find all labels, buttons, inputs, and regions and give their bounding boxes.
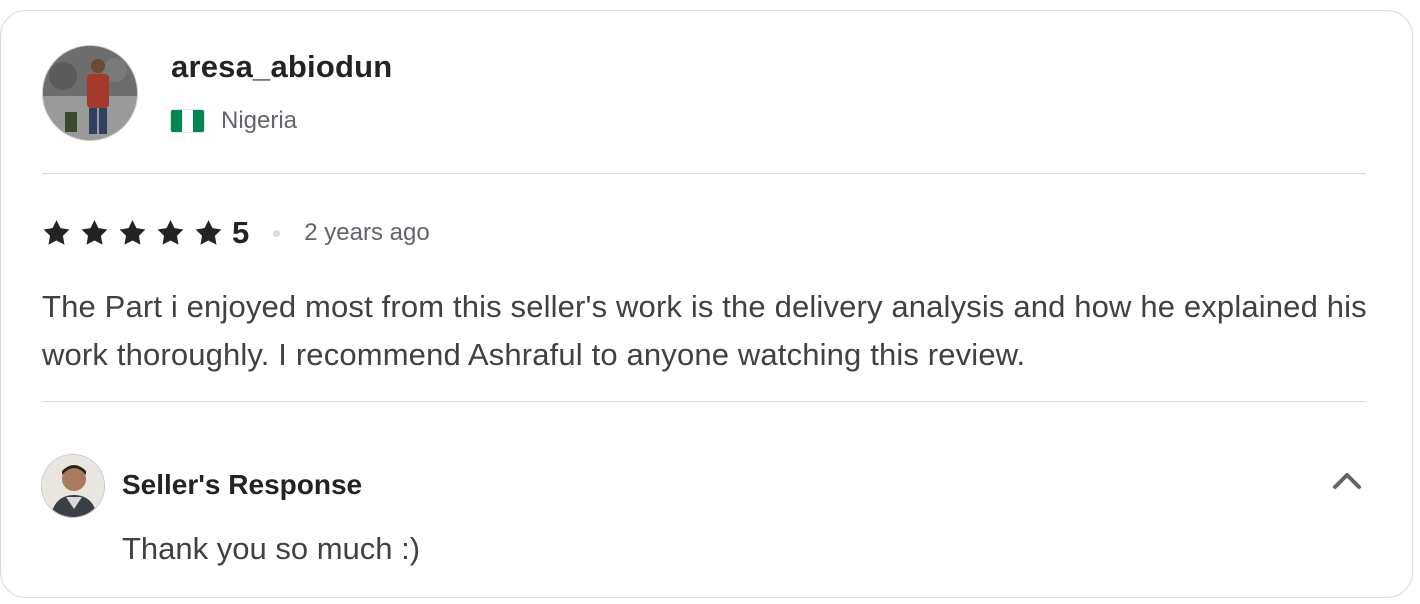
- seller-response-text: Thank you so much :): [122, 531, 421, 566]
- review-text: The Part i enjoyed most from this seller…: [42, 289, 1367, 372]
- flag-stripe: [171, 110, 182, 132]
- flag-stripe: [193, 110, 204, 132]
- reviewer-username[interactable]: aresa_abiodun: [171, 49, 392, 85]
- collapse-response-button[interactable]: [1327, 463, 1367, 497]
- divider: [42, 401, 1366, 402]
- chevron-up-icon: [1333, 473, 1361, 489]
- rating-row: 5 2 years ago: [41, 215, 430, 251]
- star-icon: [157, 220, 184, 245]
- review-time: 2 years ago: [304, 219, 430, 246]
- star-icon: [195, 220, 222, 245]
- reviewer-location: Nigeria: [170, 107, 297, 135]
- seller-avatar[interactable]: [41, 454, 105, 518]
- reviewer-country: Nigeria: [221, 107, 298, 134]
- reviewer-avatar[interactable]: [42, 45, 138, 141]
- separator-dot: [273, 229, 281, 237]
- star-icon: [43, 220, 70, 245]
- divider: [42, 173, 1366, 174]
- star-icon: [119, 220, 146, 245]
- flag-stripe: [182, 110, 193, 132]
- rating-value: 5: [232, 215, 250, 250]
- seller-response-title: Seller's Response: [122, 469, 363, 500]
- star-icon: [81, 220, 108, 245]
- review-card: aresa_abiodun Nigeria 5 2 years ago The …: [0, 10, 1413, 598]
- star-rating: [41, 218, 231, 248]
- nigeria-flag-icon: [170, 109, 205, 133]
